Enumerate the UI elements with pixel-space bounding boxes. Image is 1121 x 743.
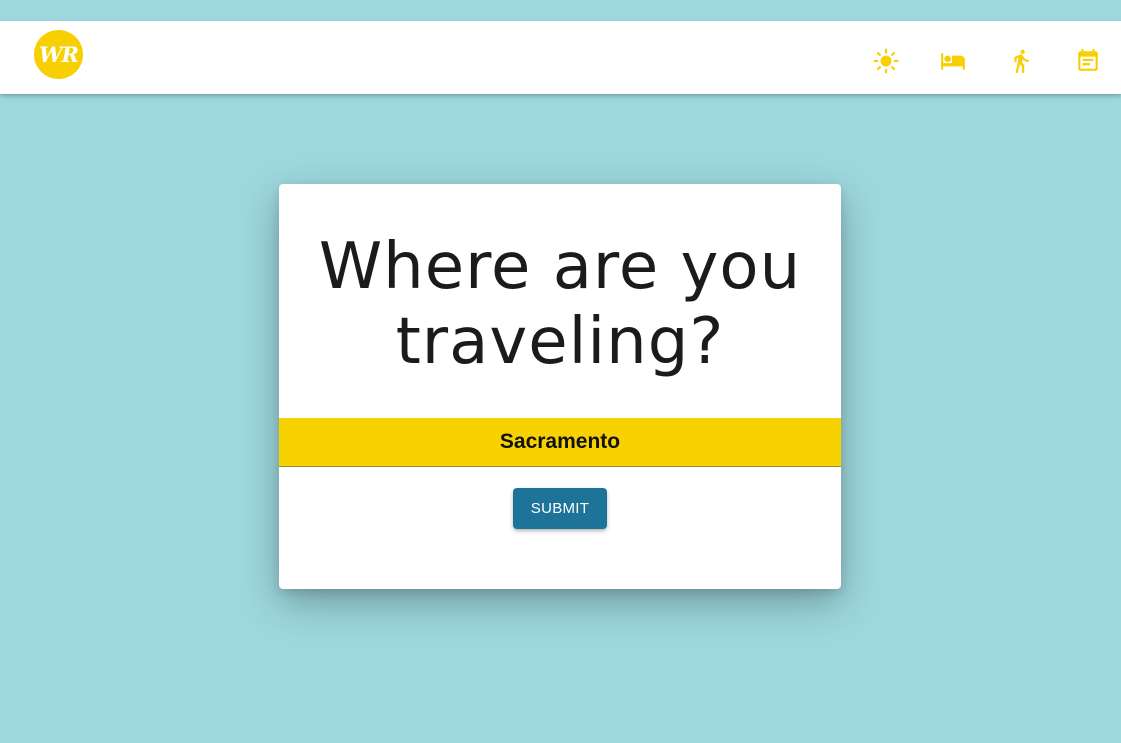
logo-text: WR: [38, 42, 79, 67]
itinerary-nav-button[interactable]: [1074, 47, 1102, 75]
destination-card: Where are you traveling? SUBMIT: [279, 184, 841, 589]
page-title: Where are you traveling?: [318, 230, 802, 379]
weather-nav-button[interactable]: [872, 47, 900, 75]
logo[interactable]: WR: [34, 30, 83, 79]
activities-nav-button[interactable]: [1007, 47, 1035, 75]
sun-icon: [873, 48, 899, 74]
submit-button[interactable]: SUBMIT: [513, 488, 607, 529]
top-nav-bar: WR: [0, 21, 1121, 94]
hotels-nav-button[interactable]: [939, 47, 967, 75]
destination-input[interactable]: [279, 418, 841, 467]
calendar-event-icon: [1078, 49, 1098, 71]
bed-icon: [941, 53, 965, 70]
walking-person-icon: [1014, 49, 1029, 73]
